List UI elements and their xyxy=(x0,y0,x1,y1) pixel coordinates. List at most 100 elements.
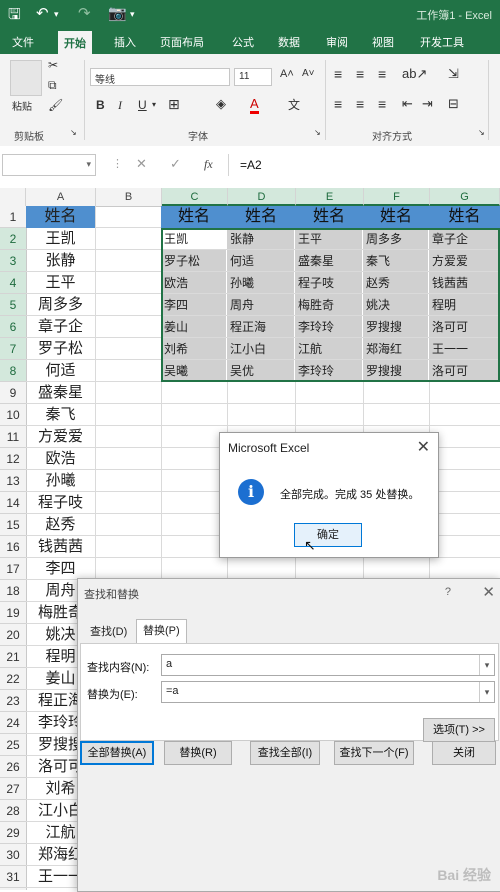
header-cell[interactable]: 姓名 xyxy=(363,206,429,228)
cut-icon[interactable]: ✂ xyxy=(48,58,58,72)
column-a-cell[interactable]: 王平 xyxy=(26,272,95,294)
customize-qat-icon[interactable]: ▾ xyxy=(130,9,135,20)
copy-icon[interactable]: ⧉ xyxy=(48,78,57,93)
data-cell[interactable]: 姜山 xyxy=(161,316,226,337)
row-header[interactable]: 6 xyxy=(0,316,26,338)
column-header-c[interactable]: C xyxy=(162,188,228,206)
row-header[interactable]: 2 xyxy=(0,228,26,250)
close-icon[interactable]: ✕ xyxy=(417,437,430,457)
column-a-header-cell[interactable]: 姓名 xyxy=(26,206,95,228)
row-header[interactable]: 21 xyxy=(0,646,26,668)
data-cell[interactable]: 程正海 xyxy=(227,316,294,337)
select-all-corner[interactable] xyxy=(0,188,26,206)
enter-icon[interactable]: ✓ xyxy=(170,156,181,172)
column-a-cell[interactable]: 钱茜茜 xyxy=(26,536,95,558)
tab-formulas[interactable]: 公式 xyxy=(232,34,254,50)
name-box-dropdown-icon[interactable]: ▾ xyxy=(86,159,91,170)
data-cell[interactable]: 吴优 xyxy=(227,360,294,381)
tab-find[interactable]: 查找(D) xyxy=(84,621,133,643)
header-cell[interactable]: 姓名 xyxy=(429,206,500,228)
row-header[interactable]: 27 xyxy=(0,778,26,800)
data-cell[interactable]: 钱茜茜 xyxy=(429,272,499,293)
column-a-cell[interactable]: 李四 xyxy=(26,558,95,580)
column-header-e[interactable]: E xyxy=(296,188,364,206)
row-header[interactable]: 26 xyxy=(0,756,26,778)
row-header[interactable]: 17 xyxy=(0,558,26,580)
data-cell[interactable]: 洛可可 xyxy=(429,316,499,337)
row-header[interactable]: 24 xyxy=(0,712,26,734)
column-a-cell[interactable]: 何适 xyxy=(26,360,95,382)
column-a-cell[interactable]: 孙曦 xyxy=(26,470,95,492)
data-cell[interactable]: 何适 xyxy=(227,250,294,271)
data-cell[interactable]: 李玲玲 xyxy=(295,316,362,337)
wrap-text-icon[interactable]: ⇲ xyxy=(448,66,459,82)
column-a-cell[interactable]: 章子企 xyxy=(26,316,95,338)
row-header[interactable]: 14 xyxy=(0,492,26,514)
column-header-f[interactable]: F xyxy=(364,188,430,206)
data-cell[interactable]: 程明 xyxy=(429,294,499,315)
tab-developer[interactable]: 开发工具 xyxy=(420,34,464,50)
header-cell[interactable]: 姓名 xyxy=(295,206,363,228)
camera-icon[interactable]: 📷 xyxy=(108,4,127,22)
data-cell[interactable]: 张静 xyxy=(227,228,294,249)
data-cell[interactable]: 王平 xyxy=(295,228,362,249)
data-cell[interactable]: 洛可可 xyxy=(429,360,499,381)
row-header[interactable]: 30 xyxy=(0,844,26,866)
data-cell[interactable]: 姚决 xyxy=(363,294,428,315)
row-header[interactable]: 3 xyxy=(0,250,26,272)
data-cell[interactable]: 刘希 xyxy=(161,338,226,359)
redo-icon[interactable]: ↷ xyxy=(78,4,91,22)
row-header[interactable]: 7 xyxy=(0,338,26,360)
undo-icon[interactable]: ↶ xyxy=(36,4,49,22)
close-button[interactable]: 关闭 xyxy=(432,741,496,765)
find-next-button[interactable]: 查找下一个(F) xyxy=(334,741,414,765)
help-icon[interactable]: ? xyxy=(445,586,451,598)
font-color-icon[interactable]: A xyxy=(250,96,259,114)
column-a-cell[interactable]: 周多多 xyxy=(26,294,95,316)
row-header[interactable]: 28 xyxy=(0,800,26,822)
row-header[interactable]: 4 xyxy=(0,272,26,294)
chevron-down-icon[interactable]: ▾ xyxy=(479,682,494,702)
formula-input[interactable]: =A2 xyxy=(240,158,262,172)
data-cell[interactable]: 程子吱 xyxy=(295,272,362,293)
row-header[interactable]: 25 xyxy=(0,734,26,756)
orientation-icon[interactable]: ab↗ xyxy=(402,66,427,82)
chevron-down-icon[interactable]: ▾ xyxy=(479,655,494,675)
tab-replace[interactable]: 替换(P) xyxy=(136,619,187,644)
save-icon[interactable]: 🖫 xyxy=(8,4,21,29)
column-header-d[interactable]: D xyxy=(228,188,296,206)
data-cell[interactable]: 罗子松 xyxy=(161,250,226,271)
align-top-icon[interactable]: ≡ xyxy=(334,66,342,82)
data-cell[interactable]: 盛秦星 xyxy=(295,250,362,271)
column-a-cell[interactable]: 张静 xyxy=(26,250,95,272)
row-header[interactable]: 19 xyxy=(0,602,26,624)
data-cell[interactable]: 赵秀 xyxy=(363,272,428,293)
column-header-b[interactable]: B xyxy=(96,188,162,206)
row-header[interactable]: 9 xyxy=(0,382,26,404)
tab-insert[interactable]: 插入 xyxy=(114,34,136,50)
increase-indent-icon[interactable]: ⇥ xyxy=(422,96,433,112)
font-size-combo[interactable]: 11 xyxy=(234,68,272,86)
font-name-combo[interactable]: 等线 xyxy=(90,68,230,86)
column-a-cell[interactable]: 王凯 xyxy=(26,228,95,250)
row-header[interactable]: 11 xyxy=(0,426,26,448)
data-cell[interactable]: 欧浩 xyxy=(161,272,226,293)
column-a-cell[interactable]: 程子吱 xyxy=(26,492,95,514)
tab-home[interactable]: 开始 xyxy=(58,31,92,54)
tab-review[interactable]: 审阅 xyxy=(326,34,348,50)
row-header[interactable]: 10 xyxy=(0,404,26,426)
row-header[interactable]: 31 xyxy=(0,866,26,888)
align-right-icon[interactable]: ≡ xyxy=(378,96,386,112)
find-all-button[interactable]: 查找全部(I) xyxy=(250,741,320,765)
decrease-indent-icon[interactable]: ⇤ xyxy=(402,96,413,112)
row-header[interactable]: 5 xyxy=(0,294,26,316)
data-cell[interactable]: 郑海红 xyxy=(363,338,428,359)
data-cell[interactable]: 江小白 xyxy=(227,338,294,359)
align-bottom-icon[interactable]: ≡ xyxy=(378,66,386,82)
undo-dropdown-icon[interactable]: ▾ xyxy=(54,9,59,20)
row-header[interactable]: 22 xyxy=(0,668,26,690)
row-header[interactable]: 13 xyxy=(0,470,26,492)
row-header[interactable]: 16 xyxy=(0,536,26,558)
active-cell[interactable]: 王凯 xyxy=(161,228,226,249)
align-middle-icon[interactable]: ≡ xyxy=(356,66,364,82)
